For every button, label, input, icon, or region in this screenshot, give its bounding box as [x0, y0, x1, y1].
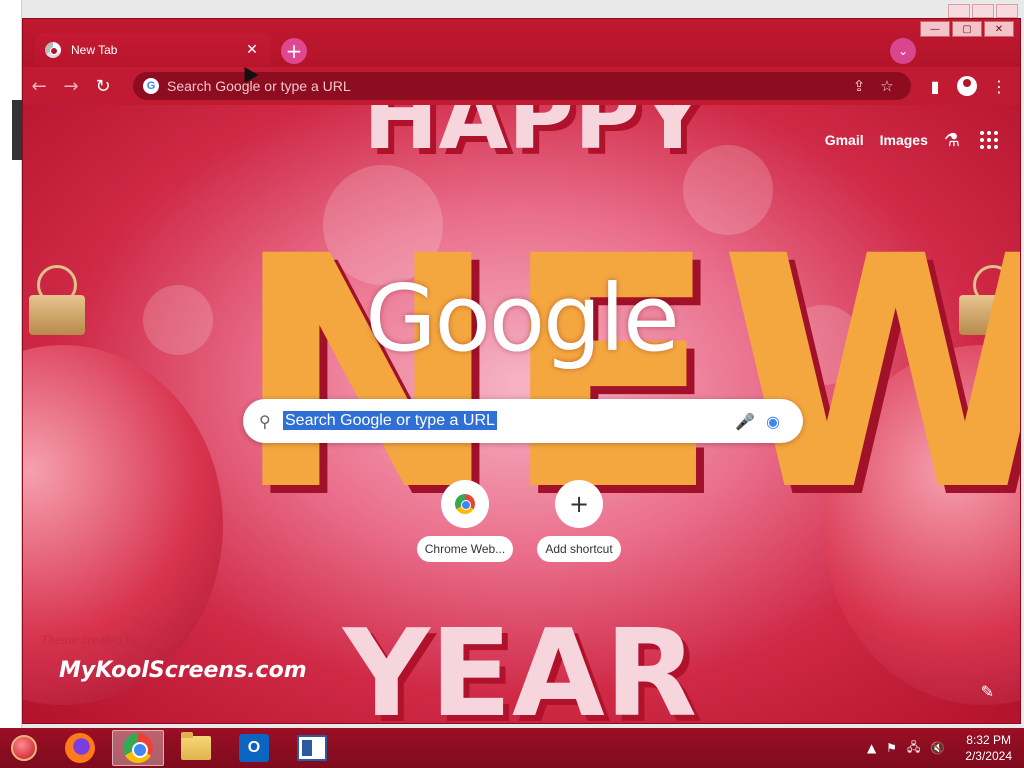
- address-bar-placeholder: Search Google or type a URL: [167, 78, 351, 94]
- shortcut-label: Add shortcut: [537, 536, 621, 562]
- tab-search-button[interactable]: ⌄: [890, 38, 916, 64]
- clock[interactable]: 8:32 PM 2/3/2024: [965, 732, 1012, 764]
- folder-icon: [181, 732, 211, 760]
- search-input-selected-text: Search Google or type a URL: [283, 411, 497, 430]
- background-window-controls: [948, 4, 1018, 18]
- images-link[interactable]: Images: [880, 132, 928, 148]
- taskbar: O ▲ ⚑ 🖧 🔇 8:32 PM 2/3/2024: [0, 728, 1024, 768]
- customize-pencil-icon[interactable]: ✎: [981, 682, 994, 701]
- new-tab-button[interactable]: +: [281, 38, 307, 64]
- google-logo: Google: [365, 265, 679, 372]
- action-center-flag-icon[interactable]: ⚑: [886, 741, 897, 755]
- start-orb-icon: [11, 735, 37, 761]
- taskbar-news-app[interactable]: [286, 730, 338, 766]
- theme-happy-text: HAPPY: [363, 105, 706, 170]
- taskbar-file-explorer[interactable]: [170, 730, 222, 766]
- plus-icon: +: [555, 480, 603, 528]
- labs-flask-icon[interactable]: ⚗: [944, 130, 960, 151]
- theme-credit-text: Theme created by: [41, 633, 138, 647]
- close-tab-icon[interactable]: ✕: [243, 42, 261, 58]
- news-app-icon: [297, 735, 327, 761]
- show-hidden-icons-icon[interactable]: ▲: [867, 741, 876, 755]
- outlook-icon: O: [239, 734, 269, 762]
- bookmark-star-icon[interactable]: ☆: [873, 77, 901, 95]
- chrome-web-store-icon: [441, 480, 489, 528]
- microphone-icon[interactable]: 🎤: [731, 412, 759, 431]
- google-lens-icon[interactable]: ◉: [759, 412, 787, 431]
- close-window-button[interactable]: ✕: [984, 21, 1014, 37]
- maximize-button[interactable]: ▢: [952, 21, 982, 37]
- chrome-icon: [123, 733, 153, 763]
- window-controls: — ▢ ✕: [920, 21, 1014, 37]
- search-input[interactable]: Search Google or type a URL: [283, 411, 731, 430]
- new-tab-page: HAPPY NEW YEAR Gmail Images ⚗ Google ⚲ S…: [23, 105, 1020, 724]
- side-panel-icon[interactable]: ▮: [922, 71, 948, 101]
- toolbar-right: ▮ ⋮: [922, 71, 1012, 101]
- title-bar: New Tab ✕ + ⌄ — ▢ ✕: [23, 19, 1020, 67]
- avatar-icon: [957, 76, 977, 96]
- taskbar-outlook[interactable]: O: [228, 730, 280, 766]
- chrome-menu-icon[interactable]: ⋮: [986, 71, 1012, 101]
- clock-date: 2/3/2024: [965, 749, 1012, 763]
- minimize-button[interactable]: —: [920, 21, 950, 37]
- volume-muted-icon[interactable]: 🔇: [930, 741, 945, 755]
- theme-year-text: YEAR: [343, 605, 698, 724]
- theme-watermark: MyKoolScreens.com: [59, 658, 307, 683]
- shortcuts: Chrome Web... + Add shortcut: [413, 480, 631, 562]
- google-g-icon: G: [143, 78, 159, 94]
- profile-button[interactable]: [954, 71, 980, 101]
- background-window-edge: [0, 0, 22, 728]
- back-button[interactable]: ←: [23, 70, 55, 102]
- tab-title: New Tab: [71, 43, 118, 57]
- shortcut-chrome-web-store[interactable]: Chrome Web...: [413, 480, 517, 562]
- search-icon: ⚲: [259, 411, 271, 431]
- forward-button[interactable]: →: [55, 70, 87, 102]
- gmail-link[interactable]: Gmail: [825, 132, 864, 148]
- firefox-icon: [65, 733, 95, 763]
- google-apps-icon[interactable]: [976, 127, 1002, 153]
- chrome-favicon-icon: [45, 42, 61, 58]
- background-window-block: [12, 100, 22, 160]
- search-box[interactable]: ⚲ Search Google or type a URL 🎤 ◉: [243, 399, 803, 443]
- clock-time: 8:32 PM: [966, 733, 1011, 747]
- start-button[interactable]: [0, 728, 48, 768]
- browser-window: New Tab ✕ + ⌄ — ▢ ✕ ← → ↻ G Search Googl…: [22, 18, 1021, 724]
- browser-toolbar: ← → ↻ G Search Google or type a URL ⇪ ☆ …: [23, 67, 1020, 105]
- tab-new-tab[interactable]: New Tab ✕: [35, 33, 271, 67]
- top-links: Gmail Images ⚗: [825, 127, 1002, 153]
- reload-button[interactable]: ↻: [87, 70, 119, 102]
- shortcut-label: Chrome Web...: [416, 536, 514, 562]
- taskbar-firefox[interactable]: [54, 730, 106, 766]
- system-tray: ▲ ⚑ 🖧 🔇 8:32 PM 2/3/2024: [867, 728, 1024, 768]
- shortcut-add[interactable]: + Add shortcut: [527, 480, 631, 562]
- network-icon[interactable]: 🖧: [907, 738, 920, 759]
- share-icon[interactable]: ⇪: [845, 77, 873, 95]
- taskbar-chrome[interactable]: [112, 730, 164, 766]
- ornament-left: [23, 345, 223, 705]
